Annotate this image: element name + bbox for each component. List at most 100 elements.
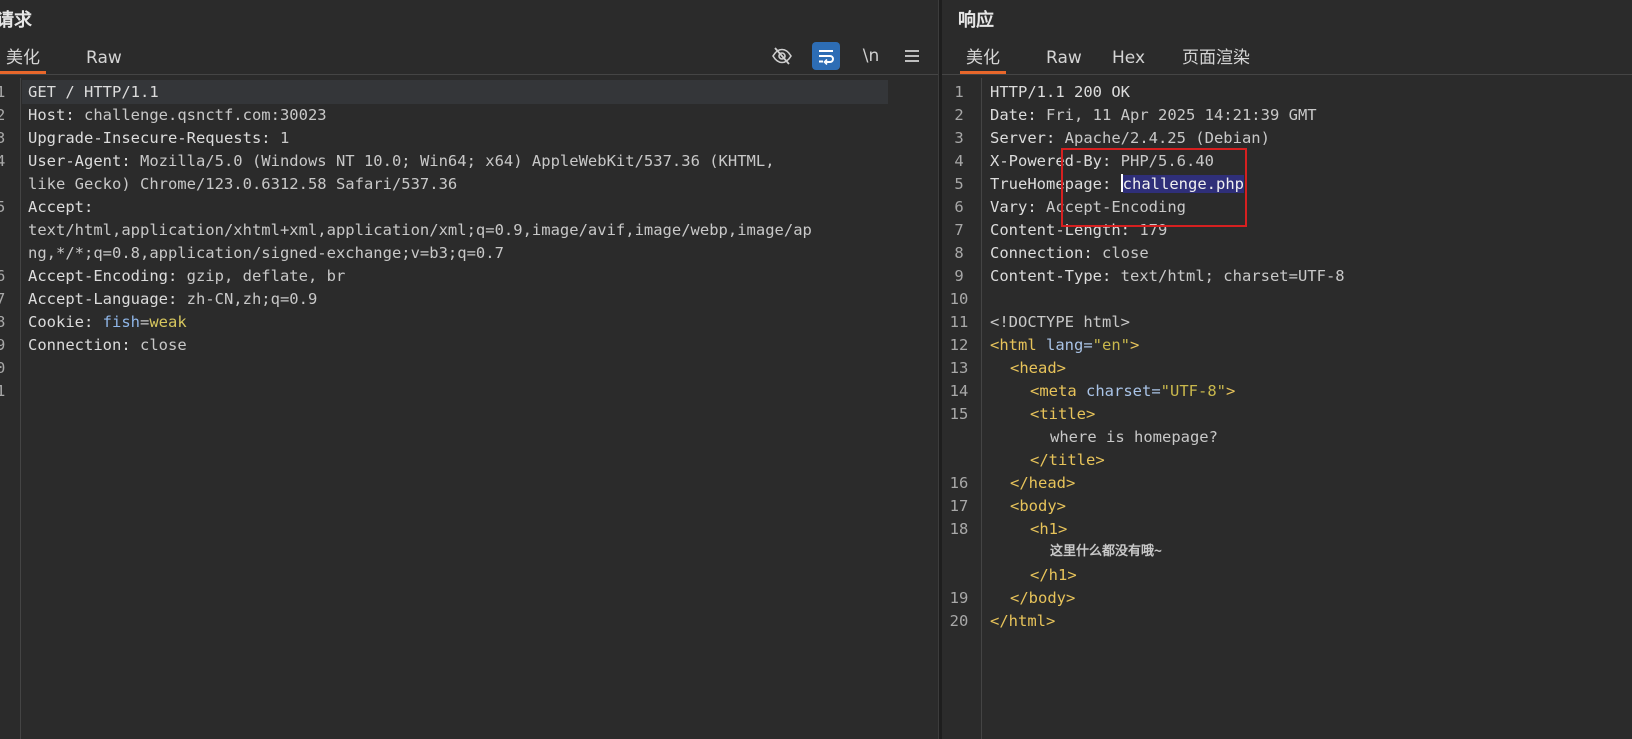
request-pane: 请求 美化 Raw \n 1 GET / HTTP/1.1 2 Host: chal…	[0, 0, 938, 739]
hamburger-menu-icon[interactable]	[898, 42, 926, 70]
request-editor[interactable]: 1 GET / HTTP/1.1 2 Host: challenge.qsnctf.…	[0, 78, 938, 739]
title-text: where is homepage?	[1050, 428, 1218, 446]
line-number: 6	[954, 198, 964, 216]
header-key: Connection:	[990, 244, 1093, 262]
request-line: 3 Upgrade-Insecure-Requests: 1	[0, 126, 938, 150]
header-value: zh-CN,zh;q=0.9	[177, 290, 318, 308]
line-number: 8	[0, 313, 6, 331]
eye-slash-icon[interactable]	[768, 42, 796, 70]
line-number: 13	[949, 359, 969, 377]
response-line: 这里什么都没有哦~	[942, 540, 1632, 564]
response-line: 6 Vary: Accept-Encoding	[942, 195, 1632, 219]
newline-toggle[interactable]: \n	[857, 42, 885, 70]
response-line: 15 <title>	[942, 402, 1632, 426]
response-title: 响应	[958, 10, 994, 31]
line-number: 4	[0, 152, 6, 170]
response-line: 9 Content-Type: text/html; charset=UTF-8	[942, 264, 1632, 288]
response-pane: 响应 美化 Raw Hex 页面渲染 1 HTTP/1.1 200 OK 2 Dat…	[942, 0, 1632, 739]
attr-name: lang=	[1036, 336, 1093, 354]
line-number: 8	[954, 244, 964, 262]
status-line: HTTP/1.1 200 OK	[990, 83, 1130, 101]
request-line-wrap: text/html,application/xhtml+xml,applicat…	[0, 218, 938, 242]
response-tab-pretty[interactable]: 美化	[960, 44, 1006, 74]
line-number	[0, 172, 10, 196]
request-line: 4 User-Agent: Mozilla/5.0 (Windows NT 10.…	[0, 149, 938, 173]
header-key: TrueHomepage:	[990, 175, 1112, 193]
request-line-wrap: ng,*/*;q=0.8,application/signed-exchange…	[0, 241, 938, 265]
line-number: 14	[949, 382, 969, 400]
response-line: 20 </html>	[942, 609, 1632, 633]
response-line: 12 <html lang="en">	[942, 333, 1632, 357]
header-value: text/html,application/xhtml+xml,applicat…	[28, 221, 812, 239]
request-line: 9 Connection: close	[0, 333, 938, 357]
response-line: 2 Date: Fri, 11 Apr 2025 14:21:39 GMT	[942, 103, 1632, 127]
line-number: 15	[949, 405, 969, 423]
header-value: Mozilla/5.0 (Windows NT 10.0; Win64; x64…	[130, 152, 775, 170]
header-key: Content-Length:	[990, 221, 1130, 239]
request-line: 5 Accept:	[0, 195, 938, 219]
response-line: 17 <body>	[942, 494, 1632, 518]
response-editor[interactable]: 1 HTTP/1.1 200 OK 2 Date: Fri, 11 Apr 2025…	[942, 78, 1632, 739]
cookie-equals: =	[140, 313, 150, 331]
request-tab-raw[interactable]: Raw	[86, 44, 122, 72]
cookie-name: fish	[102, 313, 140, 331]
response-tab-render[interactable]: 页面渲染	[1182, 44, 1250, 72]
request-title: 请求	[0, 10, 32, 31]
line-number: 12	[949, 336, 969, 354]
request-line-wrap: like Gecko) Chrome/123.0.6312.58 Safari/…	[0, 172, 938, 196]
html-tag: </html>	[990, 612, 1056, 630]
html-tag: <html	[990, 336, 1037, 354]
line-number	[946, 425, 972, 449]
word-wrap-icon[interactable]	[812, 42, 840, 70]
html-tag: >	[1226, 382, 1236, 400]
html-tag: <meta	[1030, 382, 1077, 400]
header-key: Vary:	[990, 198, 1037, 216]
header-value: Apache/2.4.25 (Debian)	[1055, 129, 1270, 147]
request-line: 6 Accept-Encoding: gzip, deflate, br	[0, 264, 938, 288]
header-key: Cookie:	[28, 313, 94, 331]
attr-name: charset=	[1076, 382, 1161, 400]
line-number: 2	[0, 106, 6, 124]
request-line: 0	[0, 356, 938, 380]
line-number	[946, 540, 972, 564]
line-number	[0, 218, 10, 242]
line-number: 17	[949, 497, 969, 515]
response-line: 19 </body>	[942, 586, 1632, 610]
html-tag: <head>	[1010, 359, 1066, 377]
header-key: Content-Type:	[990, 267, 1112, 285]
response-line: 18 <h1>	[942, 517, 1632, 541]
line-number: 10	[949, 290, 969, 308]
header-key: Upgrade-Insecure-Requests:	[28, 129, 271, 147]
request-tab-pretty[interactable]: 美化	[0, 44, 46, 74]
header-key: Server:	[990, 129, 1056, 147]
line-number: 16	[949, 474, 969, 492]
header-value: PHP/5.6.40	[1111, 152, 1214, 170]
header-value: 1	[270, 129, 290, 147]
header-key: Date:	[990, 106, 1037, 124]
line-number: 5	[954, 175, 964, 193]
line-number: 9	[0, 336, 6, 354]
response-line: 1 HTTP/1.1 200 OK	[942, 80, 1632, 104]
html-tag: >	[1130, 336, 1140, 354]
html-tag: </body>	[1010, 589, 1076, 607]
request-line: 7 Accept-Language: zh-CN,zh;q=0.9	[0, 287, 938, 311]
header-key: Accept-Encoding:	[28, 267, 178, 285]
cookie-value: weak	[149, 313, 187, 331]
request-toolbar: \n	[758, 42, 938, 72]
header-value: Fri, 11 Apr 2025 14:21:39 GMT	[1036, 106, 1317, 124]
request-line-text: GET / HTTP/1.1	[28, 83, 159, 101]
header-value: Accept-Encoding	[1036, 198, 1186, 216]
line-number: 20	[949, 612, 969, 630]
request-line: 1 GET / HTTP/1.1	[0, 80, 938, 104]
header-value: like Gecko) Chrome/123.0.6312.58 Safari/…	[28, 175, 458, 193]
line-number	[946, 563, 972, 587]
header-value: close	[130, 336, 187, 354]
request-line: 2 Host: challenge.qsnctf.com:30023	[0, 103, 938, 127]
response-tab-hex[interactable]: Hex	[1112, 44, 1145, 72]
header-value: ng,*/*;q=0.8,application/signed-exchange…	[28, 244, 504, 262]
request-line-cookie: 8 Cookie: fish=weak	[0, 310, 938, 334]
line-number: 19	[949, 589, 969, 607]
response-line: 13 <head>	[942, 356, 1632, 380]
header-key: Connection:	[28, 336, 131, 354]
response-tab-raw[interactable]: Raw	[1046, 44, 1082, 72]
